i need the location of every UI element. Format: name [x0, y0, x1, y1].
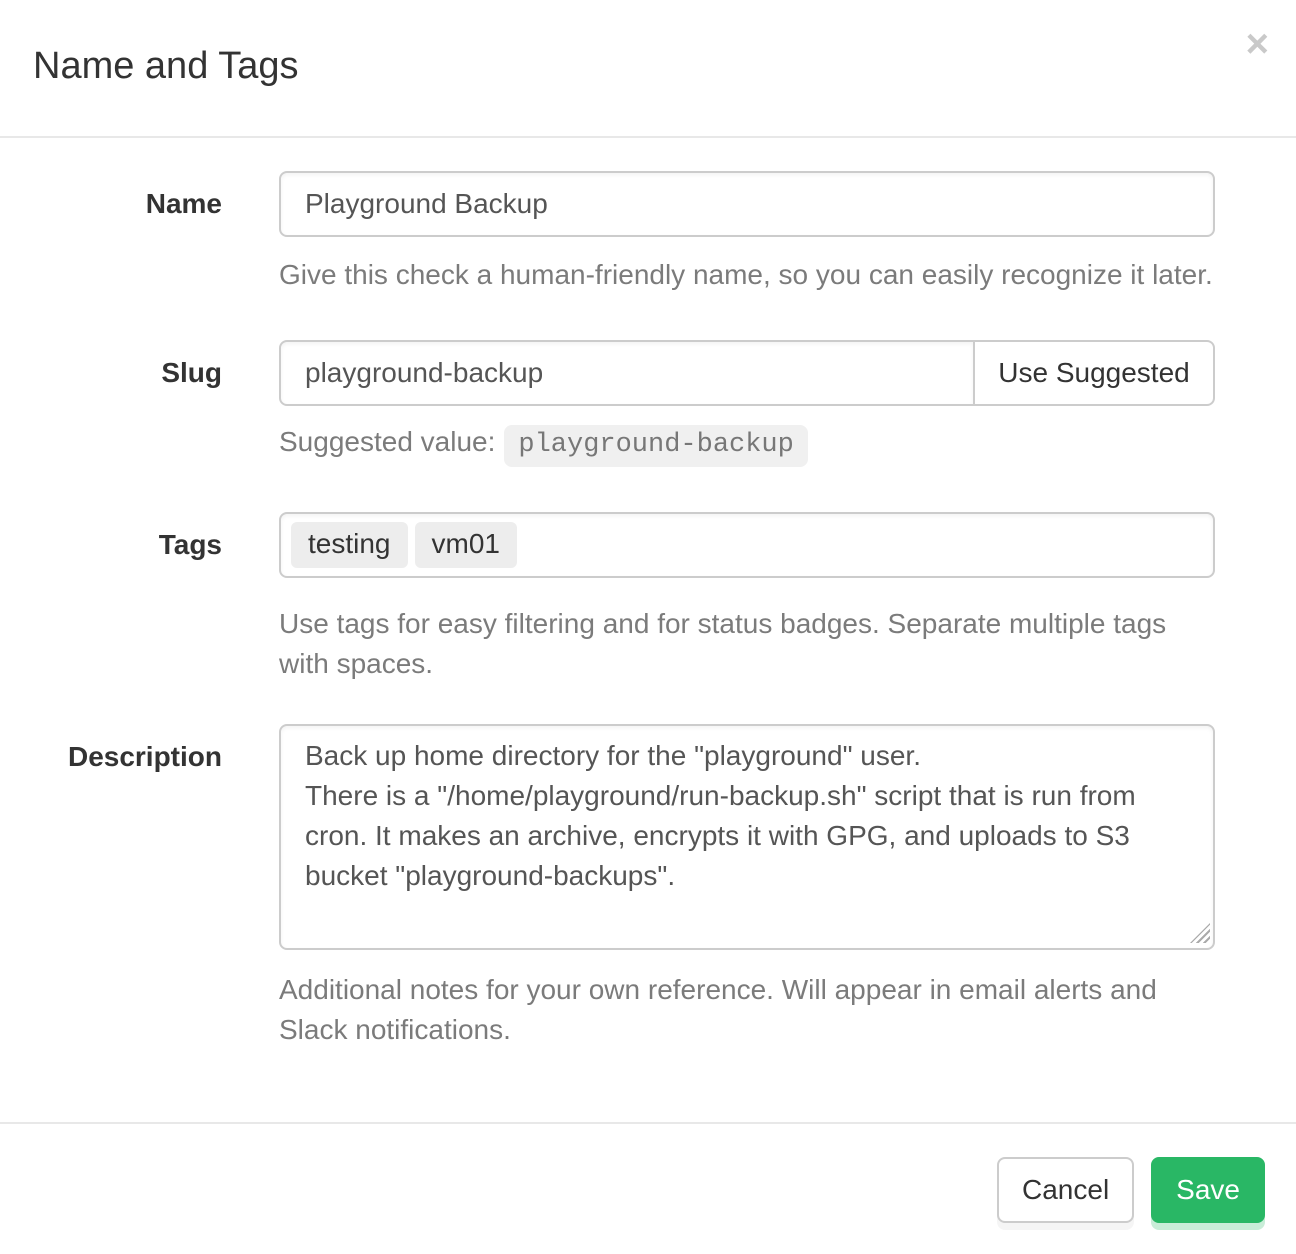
name-input[interactable] [279, 171, 1215, 237]
name-help-text: Give this check a human-friendly name, s… [279, 255, 1215, 295]
name-and-tags-dialog: Name and Tags × Name Give this check a h… [0, 0, 1296, 1254]
dialog-body: Name Give this check a human-friendly na… [0, 138, 1296, 1050]
tags-input[interactable]: testing vm01 [279, 512, 1215, 578]
tag-chip: testing [291, 522, 408, 568]
tags-row: Tags testing vm01 Use tags for easy filt… [33, 512, 1215, 684]
description-textarea[interactable]: Back up home directory for the "playgrou… [279, 724, 1215, 950]
slug-label: Slug [33, 340, 222, 393]
save-button[interactable]: Save [1151, 1157, 1265, 1223]
slug-input-group: Use Suggested [279, 340, 1215, 406]
description-label: Description [33, 724, 222, 777]
tag-chip: vm01 [415, 522, 517, 568]
tags-help-text: Use tags for easy filtering and for stat… [279, 604, 1215, 684]
name-row: Name Give this check a human-friendly na… [33, 171, 1215, 295]
cancel-button[interactable]: Cancel [997, 1157, 1134, 1223]
dialog-footer: Cancel Save [0, 1122, 1296, 1254]
slug-input[interactable] [279, 340, 975, 406]
use-suggested-button[interactable]: Use Suggested [973, 340, 1215, 406]
dialog-header: Name and Tags × [0, 0, 1296, 138]
name-label: Name [33, 171, 222, 224]
suggested-value-prefix: Suggested value: [279, 426, 495, 457]
dialog-title: Name and Tags [33, 46, 1263, 86]
tags-label: Tags [33, 512, 222, 565]
slug-row: Slug Use Suggested Suggested value: playg… [33, 340, 1215, 467]
suggested-value-code: playground-backup [504, 425, 807, 467]
close-icon[interactable]: × [1246, 24, 1269, 64]
slug-help-text: Suggested value: playground-backup [279, 422, 1215, 467]
description-help-text: Additional notes for your own reference.… [279, 970, 1215, 1050]
description-row: Description Back up home directory for t… [33, 724, 1215, 1050]
